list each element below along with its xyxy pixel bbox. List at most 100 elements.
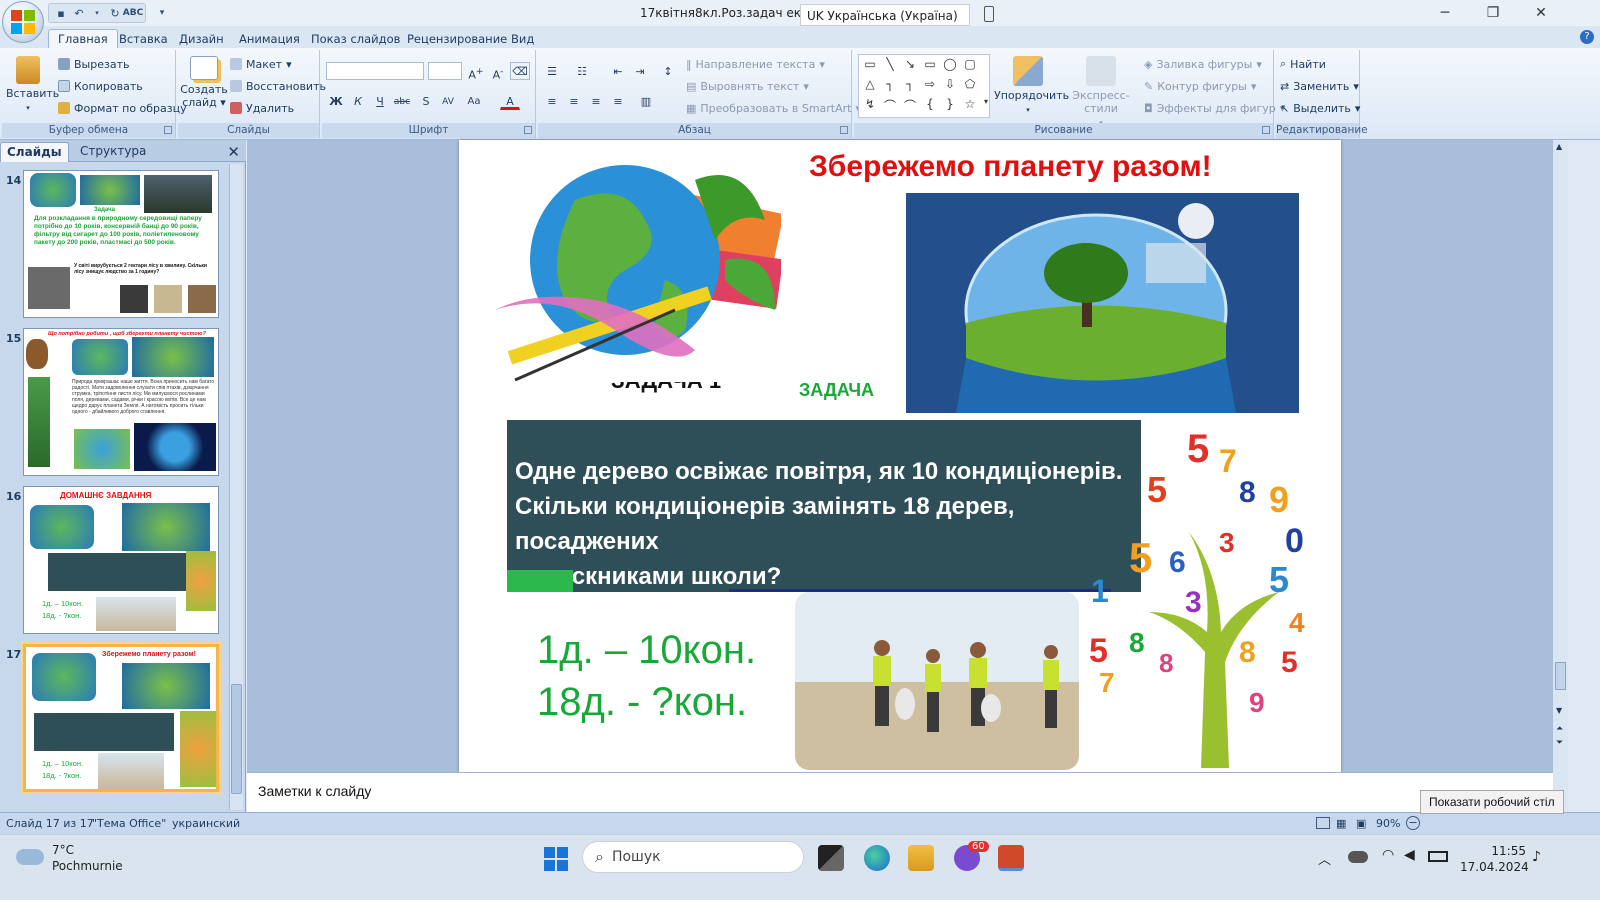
- system-clock[interactable]: 11:55 17.04.2024: [1460, 843, 1529, 875]
- tab-home[interactable]: Главная: [48, 29, 118, 48]
- slide-sorter-icon[interactable]: ▦: [1336, 817, 1346, 830]
- language-indicator[interactable]: UK Українська (Україна): [800, 4, 970, 26]
- spacing-icon[interactable]: AV: [438, 92, 458, 110]
- formula-line-1[interactable]: 1д. – 10кон.: [537, 628, 756, 673]
- copy-button[interactable]: Копировать: [58, 78, 143, 94]
- slide-thumbnail-16[interactable]: ДОМАШНЄ ЗАВДАННЯ 1д. – 10кон. 18д. - ?ко…: [23, 486, 219, 634]
- slide-thumbnail-14[interactable]: Задача Для розкладання в природному сере…: [23, 170, 219, 318]
- battery-icon[interactable]: [1428, 851, 1448, 862]
- layout-button[interactable]: Макет ▾: [230, 56, 292, 72]
- line-spacing-icon[interactable]: ↕: [658, 62, 678, 80]
- align-left-icon[interactable]: ≡: [542, 92, 562, 110]
- elbow-arrow-shape-icon[interactable]: ┐: [901, 77, 919, 91]
- customize-qat-icon[interactable]: ▾: [154, 5, 170, 21]
- slides-pane-scrollbar[interactable]: [229, 164, 243, 810]
- pentagon-shape-icon[interactable]: ⬠: [961, 77, 979, 91]
- edge-icon[interactable]: [864, 845, 890, 871]
- strikethrough-icon[interactable]: abc: [392, 92, 412, 110]
- show-hidden-icons[interactable]: ︿: [1318, 849, 1331, 868]
- shape-fill-button[interactable]: ◈ Заливка фигуры ▾: [1144, 56, 1262, 72]
- tab-outline[interactable]: Структура: [74, 142, 152, 162]
- rectangle-shape-icon[interactable]: ▭: [921, 57, 939, 71]
- powerpoint-icon[interactable]: [998, 845, 1024, 871]
- slide-thumbnail-15[interactable]: Що потрібно робити , щоб зберегти планет…: [23, 328, 219, 476]
- font-dialog-launcher-icon[interactable]: [524, 126, 532, 134]
- scrollbar-thumb[interactable]: [1555, 662, 1566, 690]
- zoom-out-icon[interactable]: −: [1406, 816, 1420, 830]
- brace-right-shape-icon[interactable]: }: [941, 97, 959, 111]
- align-center-icon[interactable]: ≡: [564, 92, 584, 110]
- theme-name[interactable]: "Тема Office": [92, 817, 166, 830]
- find-button[interactable]: ⌕ Найти: [1280, 56, 1326, 72]
- align-right-icon[interactable]: ≡: [586, 92, 606, 110]
- shape-outline-button[interactable]: ✎ Контур фигуры ▾: [1144, 78, 1256, 94]
- slideshow-view-icon[interactable]: ▣: [1356, 817, 1366, 830]
- italic-icon[interactable]: К: [348, 92, 368, 110]
- task-label[interactable]: ЗАДАЧА: [799, 380, 874, 401]
- notification-bell-icon[interactable]: ♪: [1532, 849, 1541, 865]
- curve-shape-icon[interactable]: ↯: [861, 97, 879, 111]
- formula-line-2[interactable]: 18д. - ?кон.: [537, 680, 747, 725]
- elbow-shape-icon[interactable]: ┐: [881, 77, 899, 91]
- tab-slides[interactable]: Слайды: [0, 142, 69, 162]
- brace-left-shape-icon[interactable]: {: [921, 97, 939, 111]
- scroll-down-icon[interactable]: ▼: [1556, 706, 1562, 715]
- undo-dropdown-icon[interactable]: ▾: [89, 5, 105, 21]
- numbering-icon[interactable]: ☷: [572, 62, 592, 80]
- tab-view[interactable]: Вид: [502, 30, 543, 48]
- onedrive-icon[interactable]: [1348, 851, 1368, 863]
- tab-insert[interactable]: Вставка: [110, 30, 177, 48]
- delete-slide-button[interactable]: Удалить: [230, 100, 294, 116]
- gallery-more-icon[interactable]: ▾: [977, 97, 995, 106]
- textbox-shape-icon[interactable]: ▭: [861, 57, 879, 71]
- close-pane-icon[interactable]: ✕: [227, 143, 240, 161]
- align-text-button[interactable]: ▤ Выровнять текст ▾: [686, 78, 809, 94]
- tab-slideshow[interactable]: Показ слайдов: [302, 30, 409, 48]
- freeform-shape-icon[interactable]: ⌒: [901, 97, 919, 114]
- notes-pane[interactable]: Заметки к слайду: [247, 772, 1553, 812]
- columns-icon[interactable]: ▥: [636, 92, 656, 110]
- line-shape-icon[interactable]: ╲: [881, 57, 899, 71]
- font-name-combo[interactable]: [326, 62, 424, 80]
- right-arrow-shape-icon[interactable]: ⇨: [921, 77, 939, 91]
- text-direction-button[interactable]: ‖ Направление текста ▾: [686, 56, 825, 72]
- close-button[interactable]: ✕: [1518, 0, 1564, 26]
- rounded-rect-shape-icon[interactable]: ▢: [961, 57, 979, 71]
- replace-button[interactable]: ⇄ Заменить ▾: [1280, 78, 1359, 94]
- slide-title[interactable]: Збережемо планету разом!: [809, 150, 1212, 184]
- down-arrow-shape-icon[interactable]: ⇩: [941, 77, 959, 91]
- office-button[interactable]: [2, 1, 44, 43]
- font-color-icon[interactable]: A: [500, 92, 520, 110]
- case-icon[interactable]: Aa: [464, 92, 484, 110]
- select-button[interactable]: ↖ Выделить ▾: [1280, 100, 1360, 116]
- arc-shape-icon[interactable]: ⌒: [881, 97, 899, 114]
- spelling-icon[interactable]: ABC: [123, 5, 143, 21]
- arrow-line-shape-icon[interactable]: ↘: [901, 57, 919, 71]
- triangle-shape-icon[interactable]: △: [861, 77, 879, 91]
- zoom-level[interactable]: 90%: [1376, 817, 1400, 830]
- smartart-button[interactable]: ▦Преобразовать в SmartArt ▾: [686, 100, 861, 116]
- arrange-button[interactable]: Упорядочить ▾: [994, 56, 1069, 117]
- quick-styles-button[interactable]: Экспресс-стили▾: [1062, 56, 1140, 130]
- slide-thumbnail-17[interactable]: Збережемо планету разом! 1д. – 10кон. 18…: [23, 644, 219, 792]
- bullets-icon[interactable]: ☰: [542, 62, 562, 80]
- volume-icon[interactable]: ◀: [1404, 847, 1415, 863]
- underline-icon[interactable]: Ч: [370, 92, 390, 110]
- task-view-icon[interactable]: [818, 845, 844, 871]
- file-explorer-icon[interactable]: [908, 845, 934, 871]
- justify-icon[interactable]: ≡: [608, 92, 628, 110]
- previous-slide-icon[interactable]: ⏶: [1556, 724, 1563, 734]
- shrink-font-icon[interactable]: A-: [488, 62, 508, 82]
- cut-button[interactable]: Вырезать: [58, 56, 129, 72]
- tab-animation[interactable]: Анимация: [230, 30, 309, 48]
- tab-review[interactable]: Рецензирование: [398, 30, 516, 48]
- scrollbar-thumb[interactable]: [231, 684, 242, 794]
- next-slide-icon[interactable]: ⏷: [1556, 738, 1563, 748]
- reset-button[interactable]: Восстановить: [230, 78, 326, 94]
- paragraph-dialog-launcher-icon[interactable]: [840, 126, 848, 134]
- undo-icon[interactable]: ↶: [71, 5, 87, 21]
- normal-view-icon[interactable]: [1316, 817, 1330, 829]
- save-icon[interactable]: ▪: [53, 5, 69, 21]
- bold-icon[interactable]: Ж: [326, 92, 346, 110]
- grow-font-icon[interactable]: A+: [466, 62, 486, 82]
